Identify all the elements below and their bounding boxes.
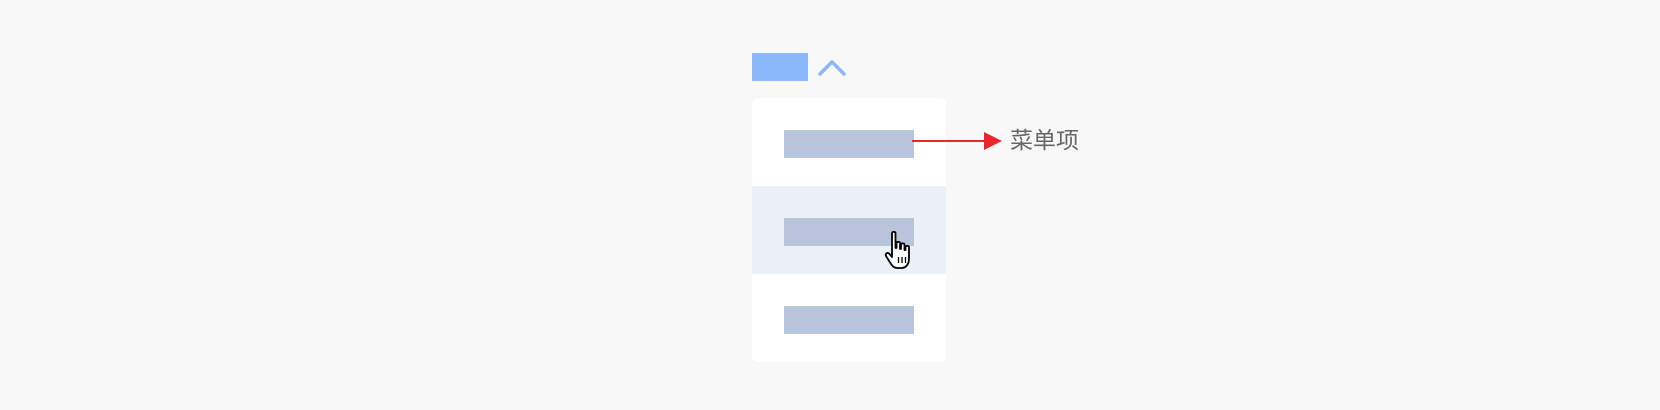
menu-item-hovered[interactable]: [752, 186, 946, 274]
hand-pointer-cursor-icon: [884, 230, 910, 269]
menu-item-placeholder: [784, 306, 914, 334]
chevron-up-icon[interactable]: [817, 56, 847, 80]
annotation-label: 菜单项: [1010, 128, 1079, 154]
menu-item-placeholder: [784, 130, 914, 158]
dropdown-trigger-placeholder[interactable]: [752, 53, 808, 81]
menu-item[interactable]: [752, 274, 946, 362]
annotation-arrow: [912, 132, 1002, 150]
